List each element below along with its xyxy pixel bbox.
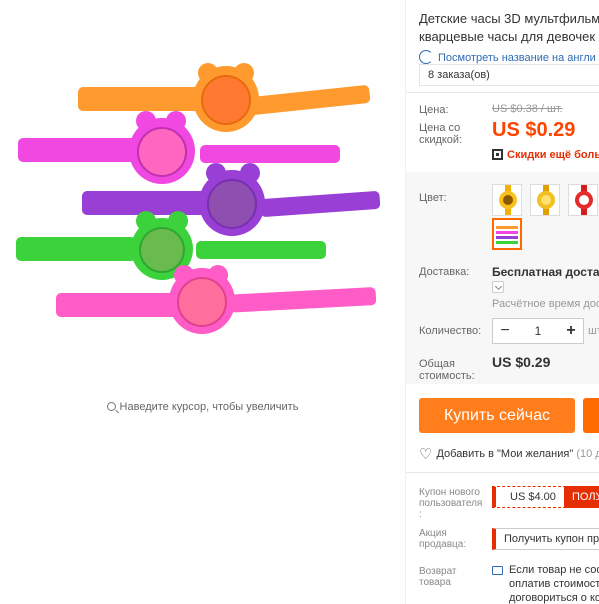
wishlist-count: (10 д xyxy=(576,448,599,460)
return-policy-line-2: оплатив стоимост xyxy=(509,578,599,590)
old-price: US $0.38 / шт. xyxy=(492,103,563,115)
divider xyxy=(406,92,599,93)
color-swatch-red[interactable] xyxy=(568,184,598,216)
add-to-cart-button[interactable] xyxy=(583,398,599,433)
swatch-thumbnail xyxy=(575,185,593,215)
returns-label-line-1: Возврат xyxy=(419,566,457,577)
discount-price-label-line-1: Цена со xyxy=(419,122,461,134)
swatch-thumbnail xyxy=(537,185,555,215)
returns-label: Возврат товара xyxy=(419,566,457,588)
total-price: US $0.29 xyxy=(492,354,551,370)
seller-promo-label-line-1: Акция xyxy=(419,528,447,539)
translate-link[interactable]: Посмотреть название на англи xyxy=(419,50,596,64)
new-user-coupon: US $4.00 ПОЛУ xyxy=(492,486,599,508)
shipping-dropdown-toggle[interactable] xyxy=(492,281,504,293)
seller-promo-label-line-2: продавца: xyxy=(419,539,467,550)
zoom-hint-text: Наведите курсор, чтобы увеличить xyxy=(119,401,299,413)
new-user-coupon-label-line-2: пользователя xyxy=(419,498,483,509)
qr-code-icon xyxy=(492,149,503,160)
total-label-line-1: Общая xyxy=(419,358,455,370)
new-user-coupon-label: Купон нового пользователя : xyxy=(419,487,482,520)
product-gallery: Наведите курсор, чтобы увеличить xyxy=(0,0,405,604)
quantity-label: Количество: xyxy=(419,325,482,337)
shipping-value[interactable]: Бесплатная доставка xyxy=(492,265,599,279)
color-label: Цвет: xyxy=(419,192,447,204)
seller-promo-label: Акция продавца: xyxy=(419,528,466,550)
discount-price-label: Цена со скидкой: xyxy=(419,122,462,146)
color-swatch-yellow[interactable] xyxy=(530,184,560,216)
swatch-thumbnail xyxy=(499,185,517,215)
return-policy-line-3: договориться о ко xyxy=(509,592,599,604)
more-discounts-link[interactable]: Скидки ещё больш xyxy=(492,149,599,161)
price-label: Цена: xyxy=(419,104,449,116)
get-coupon-button[interactable]: ПОЛУ xyxy=(564,486,599,508)
green-watch xyxy=(16,211,326,280)
pink-watch xyxy=(18,111,340,184)
returns-label-line-2: товара xyxy=(419,577,451,588)
return-policy-icon xyxy=(492,566,503,575)
more-discounts-text: Скидки ещё больш xyxy=(507,149,599,161)
quantity-increase-button[interactable]: + xyxy=(559,319,583,343)
quantity-decrease-button[interactable]: − xyxy=(493,319,517,343)
color-swatch-mixed-selected[interactable] xyxy=(492,218,522,250)
return-policy-text: Если товар не соот оплатив стоимост дого… xyxy=(509,563,599,604)
total-label: Общая стоимость: xyxy=(419,358,475,382)
discount-price-label-line-2: скидкой: xyxy=(419,134,463,146)
quantity-stepper: − 1 + xyxy=(492,318,584,344)
orange-watch xyxy=(78,63,371,132)
product-image[interactable] xyxy=(10,55,395,355)
magnifier-icon xyxy=(106,402,116,411)
seller-coupon-button[interactable]: Получить купон пр xyxy=(492,528,599,550)
purple-watch xyxy=(82,163,381,236)
orders-count: 8 заказа(ов) xyxy=(419,64,599,86)
buy-now-button[interactable]: Купить сейчас xyxy=(419,398,575,433)
quantity-input[interactable]: 1 xyxy=(517,319,559,343)
quantity-unit: шт xyxy=(588,325,599,337)
translate-icon xyxy=(419,50,433,64)
swatch-thumbnail xyxy=(496,226,518,244)
total-label-line-2: стоимость: xyxy=(419,370,475,382)
title-line-2: кварцевые часы для девочек xyxy=(419,29,596,44)
heart-icon: ♡ xyxy=(419,446,433,463)
zoom-hint: Наведите курсор, чтобы увеличить xyxy=(0,401,405,413)
return-policy-line-1: Если товар не соот xyxy=(509,564,599,576)
new-user-coupon-label-line-3: : xyxy=(419,509,422,520)
title-line-1: Детские часы 3D мультфильм xyxy=(419,11,599,26)
product-title: Детские часы 3D мультфильм кварцевые час… xyxy=(419,10,599,46)
product-info: Детские часы 3D мультфильм кварцевые час… xyxy=(405,0,599,604)
wishlist-text: Добавить в "Мои желания" xyxy=(436,448,574,460)
add-to-wishlist-link[interactable]: ♡ Добавить в "Мои желания" (10 д xyxy=(419,445,599,463)
shipping-label: Доставка: xyxy=(419,266,470,278)
estimated-delivery-time: Расчётное время дост xyxy=(492,298,599,310)
current-price: US $0.29 xyxy=(492,119,576,141)
new-user-coupon-label-line-1: Купон нового xyxy=(419,487,480,498)
new-user-coupon-value: US $4.00 xyxy=(510,491,556,503)
divider xyxy=(406,472,599,473)
light-pink-watch xyxy=(56,265,377,334)
translate-link-text: Посмотреть название на англи xyxy=(438,52,596,64)
color-swatch-yellow-bee[interactable] xyxy=(492,184,522,216)
